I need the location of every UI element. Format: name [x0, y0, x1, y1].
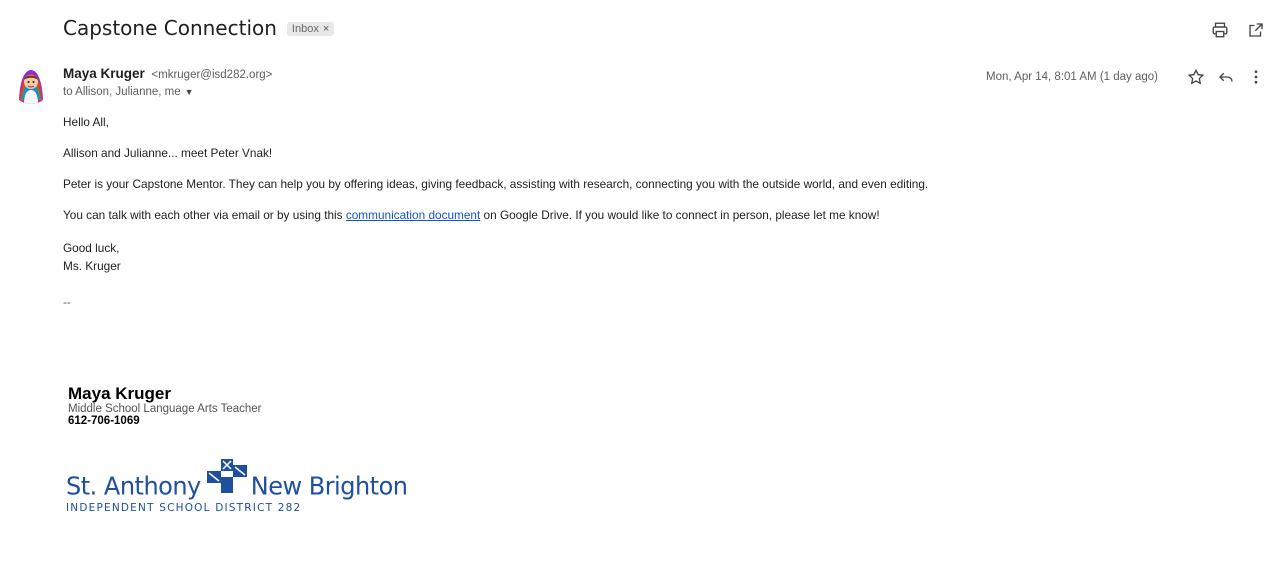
remove-label-icon[interactable]: ×: [323, 23, 329, 35]
email-subject: Capstone Connection: [63, 16, 277, 40]
body-line-2: Peter is your Capstone Mentor. They can …: [63, 177, 929, 191]
message-date[interactable]: Mon, Apr 14, 8:01 AM (1 day ago): [986, 71, 1158, 83]
email-subject-row: Capstone Connection Inbox ×: [63, 16, 335, 40]
email-view: Capstone Connection Inbox × Maya Kruger …: [0, 0, 1280, 561]
signoff-name: Ms. Kruger: [63, 259, 121, 273]
email-signature: Maya Kruger Middle School Language Arts …: [68, 385, 262, 428]
district-emblem-icon: [206, 459, 247, 498]
inbox-label-chip[interactable]: Inbox ×: [286, 22, 335, 36]
school-district-logo: St. Anthony New Brighton INDEPENDENT SCH…: [66, 459, 408, 514]
body-line-1: Allison and Julianne... meet Peter Vnak!: [63, 146, 273, 160]
caret-down-icon[interactable]: ▼: [185, 87, 194, 97]
sender-line: Maya Kruger <mkruger@isd282.org>: [63, 66, 272, 81]
signature-name: Maya Kruger: [68, 384, 171, 403]
body-line-3: You can talk with each other via email o…: [63, 208, 1243, 223]
signature-title: Middle School Language Arts Teacher: [68, 403, 262, 415]
greeting: Hello All,: [63, 115, 109, 129]
print-icon[interactable]: [1210, 20, 1230, 40]
sender-avatar[interactable]: [11, 64, 51, 104]
logo-subtitle: INDEPENDENT SCHOOL DISTRICT 282: [66, 502, 302, 514]
signature-separator: --: [63, 295, 71, 309]
message-meta: Mon, Apr 14, 8:01 AM (1 day ago): [986, 67, 1266, 87]
signature-phone: 612-706-1069: [68, 415, 140, 427]
inbox-label-text: Inbox: [291, 23, 319, 35]
sender-name[interactable]: Maya Kruger: [63, 66, 145, 81]
body-line-3-after: on Google Drive. If you would like to co…: [480, 208, 880, 222]
reply-icon[interactable]: [1216, 67, 1236, 87]
communication-document-link[interactable]: communication document: [346, 208, 480, 222]
logo-left-word: St. Anthony: [66, 471, 201, 501]
message-body: Hello All, Allison and Julianne... meet …: [63, 115, 1243, 349]
logo-right-word: New Brighton: [250, 471, 408, 501]
more-vert-icon[interactable]: [1246, 67, 1266, 87]
open-in-new-window-icon[interactable]: [1246, 20, 1266, 40]
closing-text: Good luck,: [63, 241, 120, 255]
body-line-3-before: You can talk with each other via email o…: [63, 208, 346, 222]
recipients-text: to Allison, Julianne, me: [63, 86, 181, 98]
thread-actions: [1210, 20, 1266, 40]
recipients-line: to Allison, Julianne, me ▼: [63, 86, 194, 98]
star-icon[interactable]: [1186, 67, 1206, 87]
signoff-block: Good luck, Ms. Kruger: [63, 239, 1243, 275]
sender-email: <mkruger@isd282.org>: [151, 69, 273, 81]
